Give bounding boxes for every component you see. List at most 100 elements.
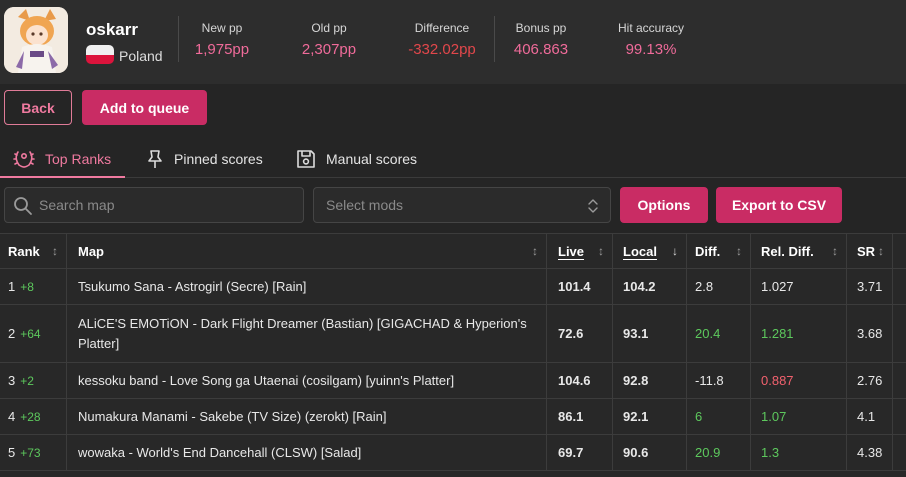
sort-icon: ↕ — [878, 244, 884, 258]
search-map-field[interactable] — [4, 187, 304, 223]
map-cell[interactable]: Tsukumo Sana - Astrogirl (Secre) [Rain] — [67, 269, 547, 304]
diff-cell: 2.8 — [687, 269, 751, 304]
column-header-sr[interactable]: SR ↕ — [847, 234, 893, 268]
stat-value: 2,307pp — [301, 41, 357, 58]
sort-icon: ↕ — [736, 244, 742, 258]
column-header-local[interactable]: Local ↓ — [613, 234, 687, 268]
rank-gain: +8 — [20, 279, 34, 294]
rank-cell: 5 +73 — [0, 435, 67, 470]
stat-label: Hit accuracy — [617, 21, 685, 35]
column-header-label: Local — [623, 243, 657, 259]
country-name: Poland — [119, 48, 163, 64]
stat-label: New pp — [201, 21, 243, 35]
tabs-divider — [0, 177, 906, 178]
tab-label: Top Ranks — [45, 150, 112, 167]
tab-top-ranks[interactable]: Top Ranks — [12, 140, 111, 177]
rank-gain: +64 — [20, 326, 41, 341]
sort-icon: ↕ — [52, 244, 58, 258]
active-tab-indicator — [0, 176, 125, 178]
table-row[interactable]: 2 +64 ALiCE'S EMOTiON - Dark Flight Dream… — [0, 305, 906, 363]
diff-cell: 20.4 — [687, 305, 751, 362]
back-button[interactable]: Back — [4, 90, 72, 125]
rank-gain: +73 — [20, 445, 41, 460]
rel-diff-cell: 1.07 — [751, 399, 847, 434]
local-pp-cell: 90.6 — [613, 435, 687, 470]
column-header-diff[interactable]: Diff. ↕ — [687, 234, 751, 268]
column-header-label: SR — [857, 243, 876, 259]
table-row[interactable]: 5 +73 wowaka - World's End Dancehall (CLS… — [0, 435, 906, 471]
star-rating-cell: 3.68 — [847, 305, 893, 362]
column-header-label: Diff. — [695, 243, 721, 259]
local-pp-cell: 93.1 — [613, 305, 687, 362]
chevron-up-down-icon — [588, 199, 598, 213]
table-header-row: Rank ↕ Map ↕ Live ↕ Local ↓ Diff. ↕ Rel. Diff… — [0, 234, 906, 269]
username: oskarr — [86, 20, 138, 39]
map-cell[interactable]: kessoku band - Love Song ga Utaenai (cos… — [67, 363, 547, 398]
rank-cell: 3 +2 — [0, 363, 67, 398]
star-rating-cell: 3.71 — [847, 269, 893, 304]
search-map-input[interactable] — [39, 188, 294, 222]
select-mods-dropdown[interactable]: Select mods — [313, 187, 611, 223]
column-header-live[interactable]: Live ↕ — [547, 234, 613, 268]
rank-value: 2 — [8, 326, 16, 341]
column-header-map[interactable]: Map ↕ — [67, 234, 547, 268]
stat-old-pp: Old pp 2,307pp — [292, 21, 366, 58]
rel-diff-cell: 1.281 — [751, 305, 847, 362]
stat-value: 1,975pp — [194, 41, 250, 58]
rank-value: 3 — [8, 373, 16, 388]
divider — [178, 16, 179, 62]
options-button[interactable]: Options — [620, 187, 708, 223]
diff-cell: 6 — [687, 399, 751, 434]
stat-label: Bonus pp — [515, 21, 567, 35]
tab-label: Pinned scores — [174, 150, 263, 167]
stat-bonus-pp: Bonus pp 406.863 — [505, 21, 577, 58]
rel-diff-cell: 0.887 — [751, 363, 847, 398]
rank-value: 5 — [8, 445, 16, 460]
stat-new-pp: New pp 1,975pp — [186, 21, 258, 58]
select-mods-placeholder: Select mods — [326, 197, 404, 213]
live-pp-cell: 104.6 — [547, 363, 613, 398]
table-row[interactable]: 1 +8 Tsukumo Sana - Astrogirl (Secre) [Ra… — [0, 269, 906, 305]
stat-value: 99.13% — [625, 41, 677, 58]
map-cell[interactable]: ALiCE'S EMOTiON - Dark Flight Dreamer (B… — [67, 305, 547, 362]
column-header-rel-diff[interactable]: Rel. Diff. ↕ — [751, 234, 847, 268]
tab-pinned-scores[interactable]: Pinned scores — [145, 140, 263, 177]
rank-cell: 4 +28 — [0, 399, 67, 434]
scores-table: Rank ↕ Map ↕ Live ↕ Local ↓ Diff. ↕ Rel. Diff… — [0, 233, 906, 477]
sort-icon: ↕ — [532, 244, 538, 258]
live-pp-cell: 86.1 — [547, 399, 613, 434]
search-icon — [14, 197, 32, 215]
laurel-icon — [13, 150, 35, 168]
tab-label: Manual scores — [326, 150, 418, 167]
map-cell[interactable]: Numakura Manami - Sakebe (TV Size) (zero… — [67, 399, 547, 434]
add-to-queue-button[interactable]: Add to queue — [82, 90, 207, 125]
live-pp-cell: 101.4 — [547, 269, 613, 304]
stat-value: 406.863 — [513, 41, 569, 58]
live-pp-cell: 69.7 — [547, 435, 613, 470]
local-pp-cell: 92.8 — [613, 363, 687, 398]
local-pp-cell: 104.2 — [613, 269, 687, 304]
rank-cell: 2 +64 — [0, 305, 67, 362]
star-rating-cell: 2.76 — [847, 363, 893, 398]
column-header-rank[interactable]: Rank ↕ — [0, 234, 67, 268]
user-avatar — [4, 7, 68, 73]
map-cell[interactable]: wowaka - World's End Dancehall (CLSW) [S… — [67, 435, 547, 470]
diff-cell: 20.9 — [687, 435, 751, 470]
table-row[interactable]: 4 +28 Numakura Manami - Sakebe (TV Size) … — [0, 399, 906, 435]
divider — [494, 16, 495, 62]
diff-cell: -11.8 — [687, 363, 751, 398]
column-header-label: Rel. Diff. — [761, 243, 814, 259]
floppy-disk-icon — [297, 149, 315, 168]
rank-cell: 1 +8 — [0, 269, 67, 304]
profile-header: oskarr Poland New pp 1,975pp Old pp 2,30… — [0, 0, 906, 84]
table-row[interactable]: 3 +2 kessoku band - Love Song ga Utaenai … — [0, 363, 906, 399]
local-pp-cell: 92.1 — [613, 399, 687, 434]
stat-label: Old pp — [311, 21, 347, 35]
export-csv-button[interactable]: Export to CSV — [716, 187, 842, 223]
stat-difference: Difference -332.02pp — [400, 21, 484, 58]
star-rating-cell: 4.1 — [847, 399, 893, 434]
tab-manual-scores[interactable]: Manual scores — [295, 140, 417, 177]
stat-value: -332.02pp — [408, 41, 476, 58]
stat-hit-accuracy: Hit accuracy 99.13% — [612, 21, 690, 58]
sort-descending-icon: ↓ — [672, 244, 678, 258]
